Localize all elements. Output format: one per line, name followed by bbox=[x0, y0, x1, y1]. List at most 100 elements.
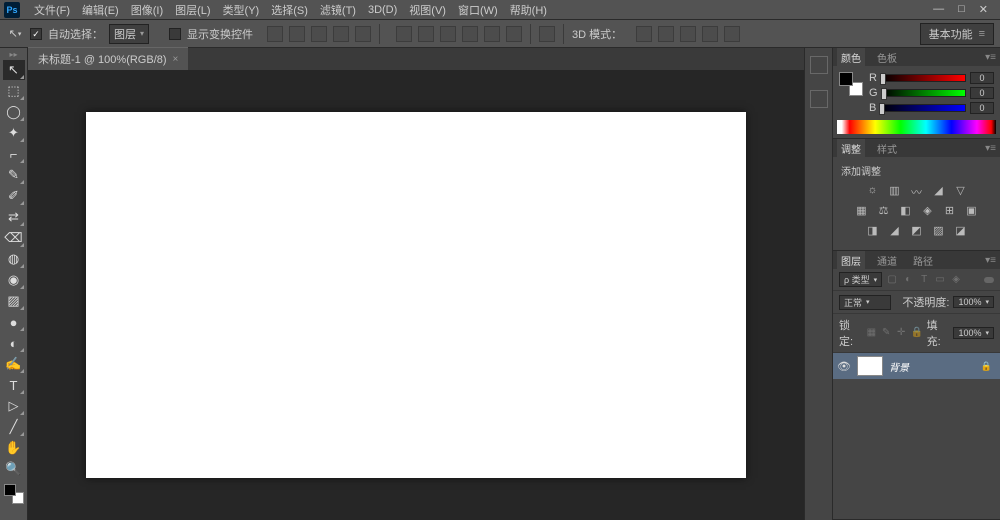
r-value[interactable]: 0 bbox=[970, 72, 994, 84]
properties-panel-icon[interactable] bbox=[810, 90, 828, 108]
posterize-icon[interactable]: ◢ bbox=[887, 224, 903, 238]
lock-position-icon[interactable]: ✛ bbox=[896, 327, 907, 339]
distribute-icon[interactable] bbox=[396, 26, 412, 42]
curves-icon[interactable]: 〰 bbox=[909, 184, 925, 198]
panel-menu-icon[interactable]: ▾≡ bbox=[985, 255, 996, 266]
layer-name[interactable]: 背景 bbox=[889, 359, 909, 374]
brightness-icon[interactable]: ☼ bbox=[865, 184, 881, 198]
gradient-map-icon[interactable]: ▨ bbox=[931, 224, 947, 238]
document-tab[interactable]: 未标题-1 @ 100%(RGB/8) × bbox=[28, 47, 188, 70]
close-icon[interactable]: ✕ bbox=[979, 3, 988, 16]
distribute-icon[interactable] bbox=[440, 26, 456, 42]
menu-help[interactable]: 帮助(H) bbox=[504, 2, 553, 18]
healing-tool[interactable]: ✐ bbox=[3, 186, 25, 206]
hand-tool[interactable]: ✋ bbox=[3, 438, 25, 458]
filter-text-icon[interactable]: T bbox=[918, 274, 930, 286]
3d-icon[interactable] bbox=[680, 26, 696, 42]
auto-select-dropdown[interactable]: 图层 bbox=[109, 24, 149, 44]
distribute-icon[interactable] bbox=[484, 26, 500, 42]
g-slider[interactable] bbox=[882, 89, 966, 97]
menu-file[interactable]: 文件(F) bbox=[28, 2, 76, 18]
path-select-tool[interactable]: ▷ bbox=[3, 396, 25, 416]
panel-menu-icon[interactable]: ▾≡ bbox=[985, 52, 996, 63]
balance-icon[interactable]: ⚖ bbox=[876, 204, 892, 218]
align-icon[interactable] bbox=[267, 26, 283, 42]
panel-menu-icon[interactable]: ▾≡ bbox=[985, 143, 996, 154]
distribute-icon[interactable] bbox=[462, 26, 478, 42]
3d-icon[interactable] bbox=[724, 26, 740, 42]
3d-icon[interactable] bbox=[636, 26, 652, 42]
foreground-color-swatch[interactable] bbox=[4, 484, 16, 496]
3d-icon[interactable] bbox=[702, 26, 718, 42]
menu-type[interactable]: 类型(Y) bbox=[217, 2, 266, 18]
menu-filter[interactable]: 滤镜(T) bbox=[314, 2, 362, 18]
text-tool[interactable]: T bbox=[3, 375, 25, 395]
tab-swatches[interactable]: 色板 bbox=[873, 48, 901, 67]
visibility-icon[interactable]: 👁 bbox=[837, 360, 851, 373]
lock-all-icon[interactable]: 🔒 bbox=[911, 327, 923, 339]
threshold-icon[interactable]: ◩ bbox=[909, 224, 925, 238]
filter-pixel-icon[interactable]: ▢ bbox=[886, 274, 898, 286]
lasso-tool[interactable]: ◯ bbox=[3, 102, 25, 122]
move-tool[interactable]: ↖ bbox=[3, 60, 25, 80]
gradient-tool[interactable]: ▨ bbox=[3, 291, 25, 311]
lock-pixels-icon[interactable]: ✎ bbox=[881, 327, 892, 339]
crop-tool[interactable]: ⌐ bbox=[3, 144, 25, 164]
b-slider[interactable] bbox=[880, 104, 966, 112]
align-icon[interactable] bbox=[333, 26, 349, 42]
zoom-tool[interactable]: 🔍 bbox=[3, 459, 25, 479]
layer-row[interactable]: 👁 背景 🔒 bbox=[833, 353, 1000, 379]
canvas-viewport[interactable] bbox=[28, 70, 804, 520]
vibrance-icon[interactable]: ▽ bbox=[953, 184, 969, 198]
tab-adjustments[interactable]: 调整 bbox=[837, 139, 865, 158]
marquee-tool[interactable]: ⬚ bbox=[3, 81, 25, 101]
layer-filter-kind[interactable]: ρ 类型 bbox=[839, 272, 882, 287]
shape-tool[interactable]: ╱ bbox=[3, 417, 25, 437]
distribute-icon[interactable] bbox=[418, 26, 434, 42]
selective-icon[interactable]: ◪ bbox=[953, 224, 969, 238]
maximize-icon[interactable]: □ bbox=[958, 3, 965, 16]
menu-edit[interactable]: 编辑(E) bbox=[76, 2, 125, 18]
tab-styles[interactable]: 样式 bbox=[873, 139, 901, 158]
minimize-icon[interactable]: — bbox=[933, 3, 944, 16]
hue-icon[interactable]: ▦ bbox=[854, 204, 870, 218]
distribute-icon[interactable] bbox=[506, 26, 522, 42]
3d-icon[interactable] bbox=[658, 26, 674, 42]
move-tool-icon[interactable]: ↖▾ bbox=[6, 25, 24, 43]
menu-layer[interactable]: 图层(L) bbox=[169, 2, 216, 18]
exposure-icon[interactable]: ◢ bbox=[931, 184, 947, 198]
show-transform-checkbox[interactable] bbox=[169, 28, 181, 40]
dodge-tool[interactable]: ◐ bbox=[3, 333, 25, 353]
opacity-value[interactable]: 100% bbox=[953, 296, 994, 308]
tab-layers[interactable]: 图层 bbox=[837, 251, 865, 270]
bw-icon[interactable]: ◧ bbox=[898, 204, 914, 218]
lookup-icon[interactable]: ▣ bbox=[964, 204, 980, 218]
eraser-tool[interactable]: ◉ bbox=[3, 270, 25, 290]
menu-image[interactable]: 图像(I) bbox=[125, 2, 169, 18]
blend-mode-dropdown[interactable]: 正常 bbox=[839, 295, 891, 310]
fill-value[interactable]: 100% bbox=[953, 327, 994, 339]
blur-tool[interactable]: ● bbox=[3, 312, 25, 332]
tab-paths[interactable]: 路径 bbox=[909, 251, 937, 270]
menu-view[interactable]: 视图(V) bbox=[403, 2, 452, 18]
lock-trans-icon[interactable]: ▦ bbox=[866, 327, 877, 339]
invert-icon[interactable]: ◨ bbox=[865, 224, 881, 238]
stamp-tool[interactable]: ⌫ bbox=[3, 228, 25, 248]
panel-color-swatches[interactable] bbox=[839, 72, 863, 96]
b-value[interactable]: 0 bbox=[970, 102, 994, 114]
menu-select[interactable]: 选择(S) bbox=[265, 2, 314, 18]
canvas[interactable] bbox=[86, 112, 746, 478]
brush-tool[interactable]: ⇄ bbox=[3, 207, 25, 227]
align-icon[interactable] bbox=[355, 26, 371, 42]
filter-shape-icon[interactable]: ▭ bbox=[934, 274, 946, 286]
tab-color[interactable]: 颜色 bbox=[837, 48, 865, 67]
auto-select-checkbox[interactable] bbox=[30, 28, 42, 40]
menu-window[interactable]: 窗口(W) bbox=[452, 2, 504, 18]
magic-wand-tool[interactable]: ✦ bbox=[3, 123, 25, 143]
color-spectrum[interactable] bbox=[837, 120, 996, 134]
tab-channels[interactable]: 通道 bbox=[873, 251, 901, 270]
filter-toggle[interactable] bbox=[984, 277, 994, 283]
mixer-icon[interactable]: ⊞ bbox=[942, 204, 958, 218]
close-tab-icon[interactable]: × bbox=[173, 54, 179, 65]
history-brush-tool[interactable]: ◍ bbox=[3, 249, 25, 269]
